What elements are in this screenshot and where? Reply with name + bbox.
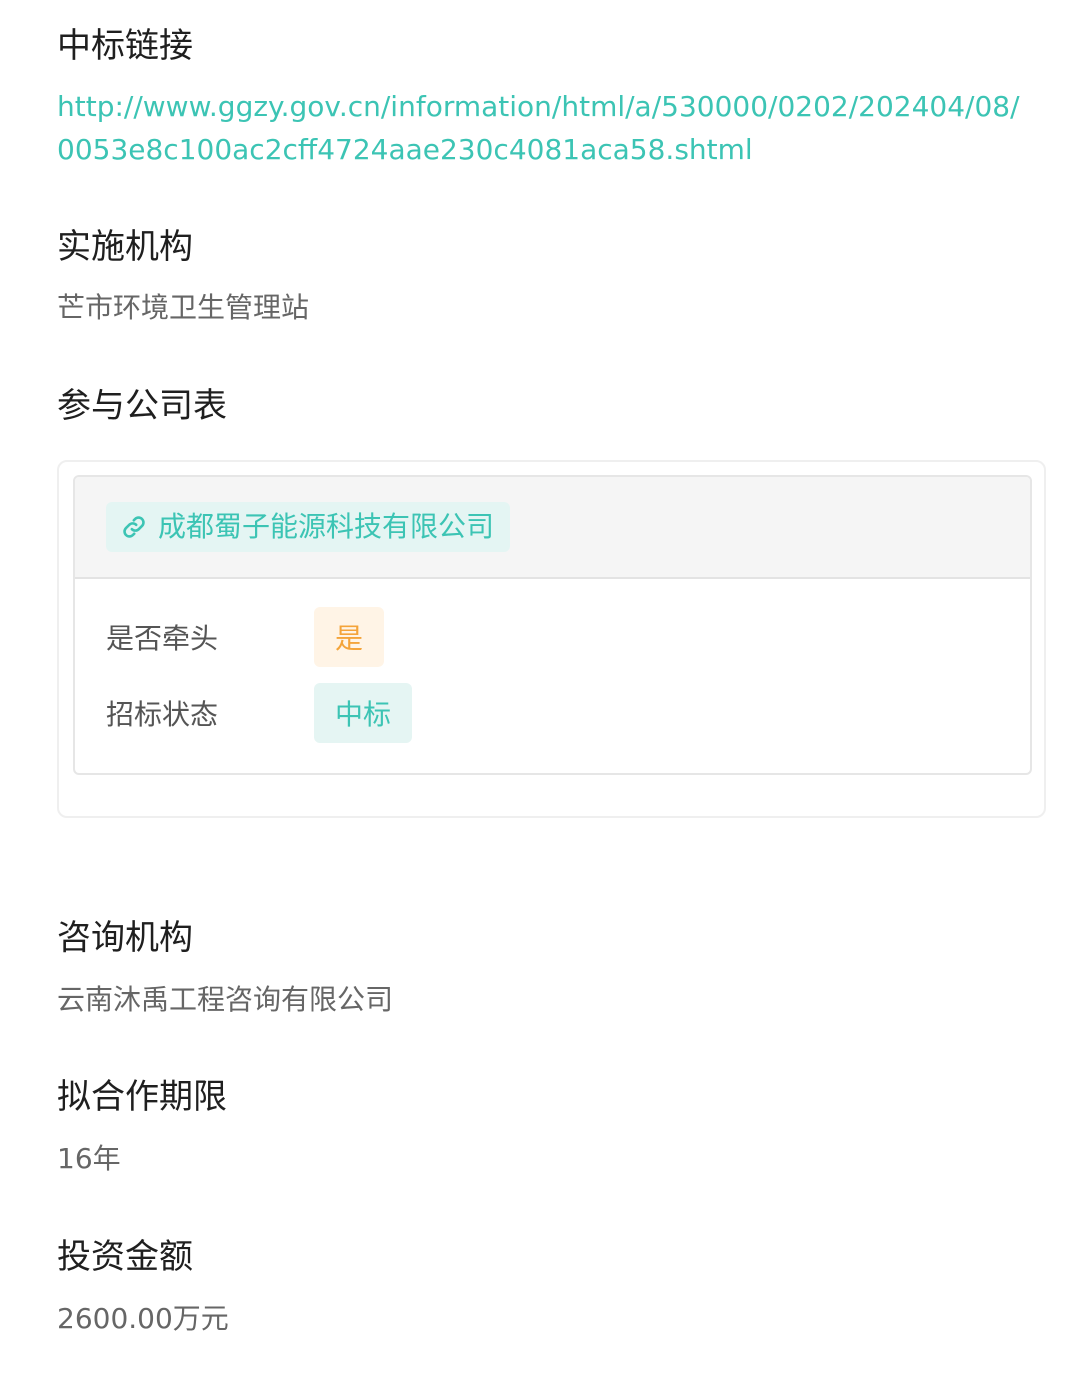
implementing-agency-section: 实施机构 xyxy=(57,225,1032,269)
cooperation-period-label: 拟合作期限 xyxy=(57,1077,227,1117)
bid-status-badge: 中标 xyxy=(314,683,413,743)
consulting-agency-section: 咨询机构 xyxy=(57,916,1032,960)
cooperation-period-value: 16年 xyxy=(57,1142,121,1175)
bid-link-section: 中标链接 xyxy=(57,24,1032,68)
participants-section: 参与公司表 xyxy=(57,384,1032,428)
cooperation-period-section: 拟合作期限 xyxy=(57,1075,1032,1119)
cooperation-period-value-wrap: 16年 xyxy=(57,1139,1032,1179)
company-card: 成都蜀子能源科技有限公司 是否牵头 是 招标状态 中标 xyxy=(73,475,1032,775)
implementing-agency-label: 实施机构 xyxy=(57,227,193,267)
company-name: 成都蜀子能源科技有限公司 xyxy=(158,510,495,543)
is-lead-row: 是否牵头 是 xyxy=(106,607,385,667)
link-icon xyxy=(120,513,148,541)
is-lead-label: 是否牵头 xyxy=(106,622,219,655)
consulting-agency-value: 云南沐禹工程咨询有限公司 xyxy=(57,983,394,1016)
bid-status-label: 招标状态 xyxy=(106,698,219,731)
bid-link-url[interactable]: http://www.ggzy.gov.cn/information/html/… xyxy=(57,85,1037,171)
implementing-agency-value: 芒市环境卫生管理站 xyxy=(57,291,310,324)
participants-table: 成都蜀子能源科技有限公司 是否牵头 是 招标状态 中标 xyxy=(57,460,1046,818)
company-card-header: 成都蜀子能源科技有限公司 xyxy=(75,477,1030,579)
bid-link-value-wrap: http://www.ggzy.gov.cn/information/html/… xyxy=(57,85,1032,171)
company-link[interactable]: 成都蜀子能源科技有限公司 xyxy=(106,502,511,552)
bid-status-row: 招标状态 中标 xyxy=(106,683,413,743)
participants-label: 参与公司表 xyxy=(57,386,227,426)
investment-amount-section: 投资金额 xyxy=(57,1235,1032,1279)
investment-amount-label: 投资金额 xyxy=(57,1237,193,1277)
consulting-agency-label: 咨询机构 xyxy=(57,918,193,958)
implementing-agency-value-wrap: 芒市环境卫生管理站 xyxy=(57,288,1032,328)
consulting-agency-value-wrap: 云南沐禹工程咨询有限公司 xyxy=(57,980,1032,1020)
bid-link-label: 中标链接 xyxy=(57,26,193,66)
is-lead-badge: 是 xyxy=(314,607,385,667)
investment-amount-value: 2600.00万元 xyxy=(57,1302,229,1335)
investment-amount-value-wrap: 2600.00万元 xyxy=(57,1299,1032,1339)
